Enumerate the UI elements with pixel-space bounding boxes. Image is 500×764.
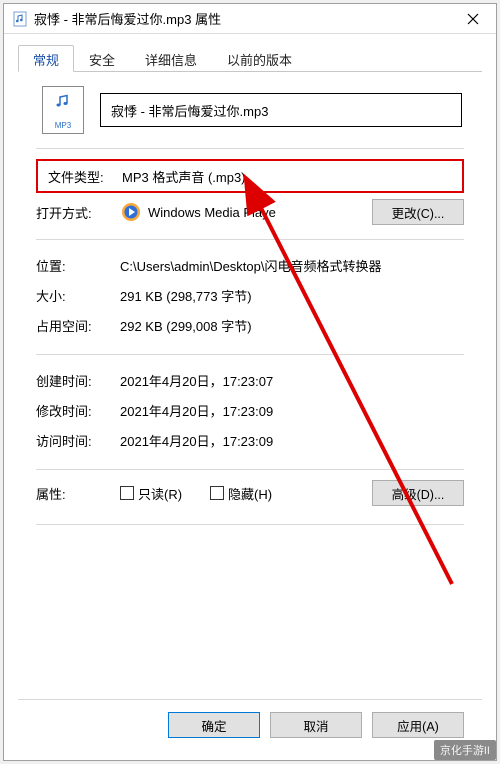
- modified-value: 2021年4月20日，17:23:09: [120, 401, 464, 420]
- wmp-icon: [120, 201, 142, 223]
- ok-button[interactable]: 确定: [168, 712, 260, 738]
- change-button[interactable]: 更改(C)...: [372, 199, 464, 225]
- music-note-icon: [43, 93, 83, 109]
- tab-general[interactable]: 常规: [18, 45, 74, 72]
- attributes-row: 属性: 只读(R) 隐藏(H) 高级(D)...: [36, 480, 464, 506]
- openwith-label: 打开方式:: [36, 203, 120, 222]
- created-value: 2021年4月20日，17:23:07: [120, 371, 464, 390]
- size-label: 大小:: [36, 286, 120, 305]
- apply-button[interactable]: 应用(A): [372, 712, 464, 738]
- general-panel: MP3 寂悸 - 非常后悔爱过你.mp3 文件类型: MP3 格式声音 (.mp…: [18, 72, 482, 699]
- file-type-icon: MP3: [42, 86, 84, 134]
- filetype-row: 文件类型: MP3 格式声音 (.mp3): [36, 159, 464, 193]
- close-button[interactable]: [450, 4, 496, 34]
- readonly-label: 只读(R): [138, 484, 182, 503]
- openwith-row: 打开方式: Windows Media Playe 更改(C)...: [36, 199, 464, 225]
- advanced-button[interactable]: 高级(D)...: [372, 480, 464, 506]
- filename-text: 寂悸 - 非常后悔爱过你.mp3: [111, 101, 268, 120]
- diskspace-value: 292 KB (299,008 字节): [120, 316, 464, 335]
- filetype-value: MP3 格式声音 (.mp3): [122, 167, 462, 186]
- properties-dialog: 寂悸 - 非常后悔爱过你.mp3 属性 常规 安全 详细信息 以前的版本: [3, 3, 497, 761]
- separator: [36, 524, 464, 525]
- tab-bar: 常规 安全 详细信息 以前的版本: [18, 44, 482, 72]
- watermark: 京化手游II: [434, 740, 496, 760]
- location-value: C:\Users\admin\Desktop\闪电音频格式转换器: [120, 256, 464, 275]
- separator: [36, 148, 464, 149]
- diskspace-label: 占用空间:: [36, 316, 120, 335]
- hidden-checkbox[interactable]: 隐藏(H): [210, 484, 272, 503]
- checkbox-box: [120, 486, 134, 500]
- location-label: 位置:: [36, 256, 120, 275]
- hidden-label: 隐藏(H): [228, 484, 272, 503]
- separator: [36, 469, 464, 470]
- accessed-label: 访问时间:: [36, 431, 120, 450]
- window-title: 寂悸 - 非常后悔爱过你.mp3 属性: [34, 9, 221, 28]
- separator: [36, 354, 464, 355]
- size-value: 291 KB (298,773 字节): [120, 286, 464, 305]
- filename-input[interactable]: 寂悸 - 非常后悔爱过你.mp3: [100, 93, 462, 127]
- mp3-file-icon: [12, 11, 28, 27]
- attributes-label: 属性:: [36, 484, 120, 503]
- cancel-button[interactable]: 取消: [270, 712, 362, 738]
- readonly-checkbox[interactable]: 只读(R): [120, 484, 182, 503]
- tab-previous-versions[interactable]: 以前的版本: [212, 45, 307, 72]
- titlebar: 寂悸 - 非常后悔爱过你.mp3 属性: [4, 4, 496, 34]
- created-label: 创建时间:: [36, 371, 120, 390]
- dialog-buttons: 确定 取消 应用(A): [18, 699, 482, 752]
- tab-details[interactable]: 详细信息: [130, 45, 212, 72]
- openwith-value: Windows Media Playe: [148, 205, 276, 220]
- checkbox-box: [210, 486, 224, 500]
- tab-security[interactable]: 安全: [74, 45, 130, 72]
- separator: [36, 239, 464, 240]
- modified-label: 修改时间:: [36, 401, 120, 420]
- filetype-label: 文件类型:: [48, 167, 122, 186]
- accessed-value: 2021年4月20日，17:23:09: [120, 431, 464, 450]
- icon-caption: MP3: [55, 121, 71, 130]
